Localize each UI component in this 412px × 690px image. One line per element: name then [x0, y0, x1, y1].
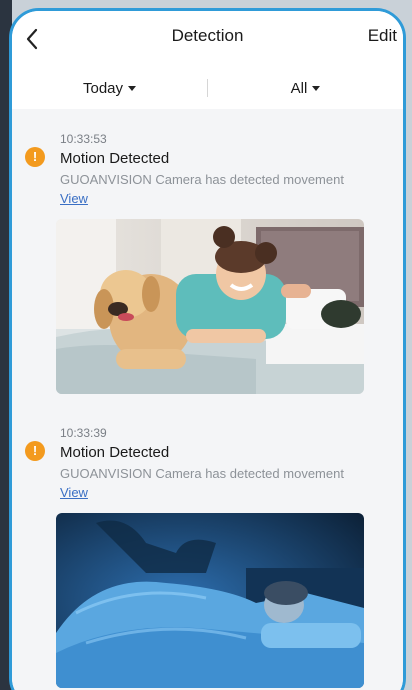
edit-button[interactable]: Edit	[368, 26, 397, 46]
type-filter-dropdown[interactable]: All	[208, 80, 403, 97]
event-item: ! 10:33:39 Motion Detected GUOANVISION C…	[12, 403, 403, 690]
date-filter-label: Today	[82, 79, 124, 97]
snapshot-image	[56, 513, 364, 688]
caret-down-icon	[312, 86, 321, 91]
snapshot-image	[56, 219, 364, 394]
alert-icon: !	[25, 441, 45, 461]
type-filter-label: All	[290, 79, 308, 97]
view-link[interactable]: View	[60, 485, 88, 500]
caret-down-icon	[128, 86, 137, 91]
screen: Detection Edit Today All ! 10:33:53 Moti…	[0, 0, 412, 690]
event-description: GUOANVISION Camera has detected movement	[60, 466, 344, 481]
top-bar: Detection Edit	[12, 11, 403, 67]
page-title: Detection	[171, 26, 244, 45]
view-link[interactable]: View	[60, 191, 88, 206]
snapshot-thumbnail[interactable]	[56, 513, 364, 688]
event-time: 10:33:53	[60, 132, 107, 146]
alert-icon: !	[25, 147, 45, 167]
event-list: ! 10:33:53 Motion Detected GUOANVISION C…	[12, 109, 403, 690]
date-filter-dropdown[interactable]: Today	[12, 80, 207, 97]
event-title: Motion Detected	[60, 444, 170, 461]
app-window: Detection Edit Today All ! 10:33:53 Moti…	[9, 8, 406, 690]
event-title: Motion Detected	[60, 150, 170, 167]
event-time: 10:33:39	[60, 426, 107, 440]
filter-bar: Today All	[12, 67, 403, 109]
event-item: ! 10:33:53 Motion Detected GUOANVISION C…	[12, 109, 403, 403]
event-description: GUOANVISION Camera has detected movement	[60, 172, 344, 187]
snapshot-thumbnail[interactable]	[56, 219, 364, 394]
